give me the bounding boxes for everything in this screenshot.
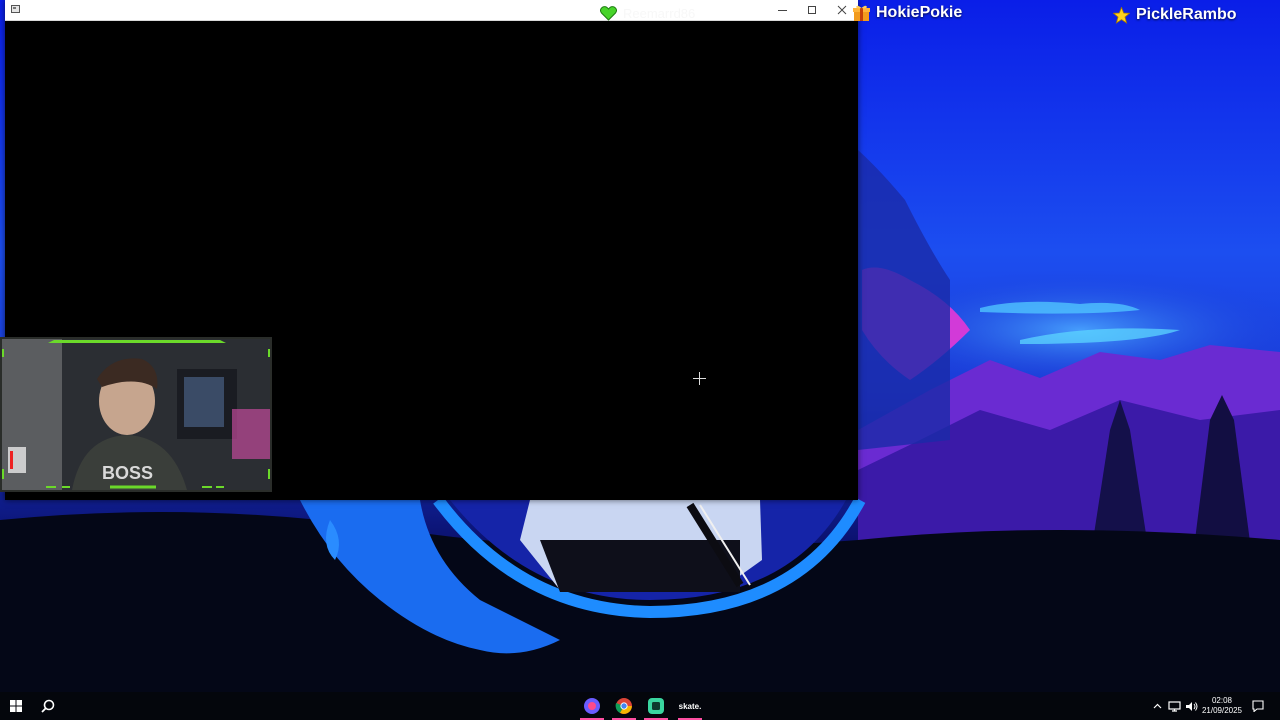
gift-icon <box>853 5 870 21</box>
minimize-icon <box>777 9 787 11</box>
search-button[interactable] <box>34 692 62 720</box>
show-hidden-icons-button[interactable] <box>1150 692 1164 720</box>
taskbar-chrome[interactable] <box>612 692 636 720</box>
gift-alert: HokiePokie <box>853 4 962 22</box>
clock[interactable]: 02:08 21/09/2025 <box>1200 692 1244 720</box>
clock-date: 21/09/2025 <box>1201 706 1243 715</box>
windows-start-icon <box>10 700 22 712</box>
notifications-icon <box>1252 700 1264 712</box>
notifications-button[interactable] <box>1248 692 1268 720</box>
star-alert-name: PickleRambo <box>1136 6 1237 23</box>
maximize-icon <box>808 6 816 14</box>
taskbar: skate. 02:08 21/09/2025 <box>0 692 1280 720</box>
app-window-icon <box>11 5 20 13</box>
clock-time: 02:08 <box>1211 696 1233 705</box>
chrome-icon <box>615 698 632 714</box>
taskbar-streaming-app[interactable] <box>644 692 668 720</box>
network-icon <box>1167 700 1181 712</box>
heart-alert: Reemarrd86 <box>600 6 695 21</box>
volume-icon <box>1185 701 1197 711</box>
search-icon <box>41 699 55 713</box>
streaming-app-icon <box>648 698 664 714</box>
taskbar-skate-app[interactable]: skate. <box>676 692 704 720</box>
webcam-feed: BOSS <box>2 339 270 490</box>
star-icon <box>1113 6 1130 24</box>
maximize-button[interactable] <box>797 0 827 20</box>
crosshair-cursor-icon <box>693 372 706 385</box>
window-titlebar[interactable] <box>5 0 858 21</box>
network-button[interactable] <box>1166 692 1182 720</box>
webcam-overlay: BOSS <box>0 337 272 492</box>
skate-app-icon: skate. <box>678 701 702 711</box>
minimize-button[interactable] <box>767 0 797 20</box>
green-heart-icon <box>600 6 617 21</box>
app-icon <box>584 698 600 714</box>
close-icon <box>837 5 847 15</box>
gift-alert-name: HokiePokie <box>876 4 963 21</box>
heart-alert-name: Reemarrd86 <box>623 6 696 21</box>
volume-button[interactable] <box>1183 692 1199 720</box>
taskbar-app-1[interactable] <box>580 692 604 720</box>
svg-text:BOSS: BOSS <box>102 463 153 483</box>
star-alert: PickleRambo <box>1113 6 1236 24</box>
chevron-up-icon <box>1153 703 1161 709</box>
start-button[interactable] <box>2 692 30 720</box>
